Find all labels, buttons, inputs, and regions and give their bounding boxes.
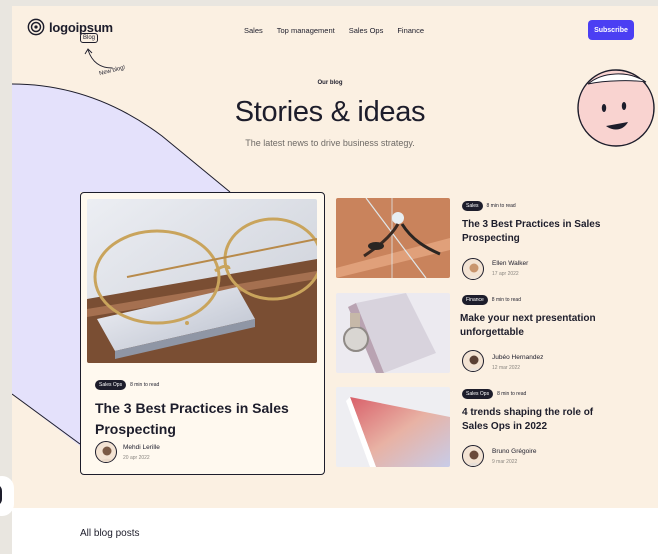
smiley-face-icon — [577, 69, 655, 147]
page: logoipsum Blog New blog! Sales Top manag… — [12, 6, 658, 554]
main-nav: Sales Top management Sales Ops Finance — [244, 26, 424, 35]
chat-launcher[interactable] — [0, 476, 14, 516]
post-title[interactable]: The 3 Best Practices in Sales Prospectin… — [462, 218, 602, 246]
post-title[interactable]: 4 trends shaping the role of Sales Ops i… — [462, 406, 602, 434]
read-time: 8 min to read — [486, 203, 516, 209]
featured-post-card[interactable]: Sales Ops 8 min to read The 3 Best Pract… — [80, 192, 325, 475]
avatar — [462, 258, 484, 280]
hero-eyebrow: Our blog — [317, 80, 343, 86]
category-tag[interactable]: Sales — [462, 201, 483, 211]
read-time: 8 min to read — [497, 391, 527, 397]
avatar — [95, 441, 117, 463]
post-date: 9 mar 2022 — [492, 459, 518, 465]
author-name: Ellen Walker — [492, 260, 529, 267]
curved-arrow-icon — [84, 48, 113, 69]
post-title[interactable]: Make your next presentation unforgettabl… — [460, 312, 600, 340]
avatar — [462, 445, 484, 467]
blog-badge: Blog — [80, 33, 99, 43]
featured-post-title[interactable]: The 3 Best Practices in Sales Prospectin… — [95, 398, 305, 440]
read-time: 8 min to read — [130, 382, 160, 388]
page-title: Stories & ideas — [234, 96, 426, 128]
author-name: Mehdi Lerille — [123, 444, 160, 451]
post-meta: Finance 8 min to read — [462, 295, 521, 305]
section-heading-all-posts: All blog posts — [80, 528, 140, 539]
nav-item-sales-ops[interactable]: Sales Ops — [349, 26, 384, 35]
read-time: 8 min to read — [491, 297, 521, 303]
author-name: Bruno Grégoire — [492, 448, 537, 455]
featured-post-image — [87, 199, 317, 363]
post-image — [336, 387, 450, 467]
logo-mark-icon — [27, 18, 45, 36]
category-tag[interactable]: Sales Ops — [462, 389, 494, 399]
post-meta: Sales Ops 8 min to read — [462, 389, 526, 399]
nav-item-top-management[interactable]: Top management — [277, 26, 335, 35]
post-date: 20 apr 2022 — [123, 455, 150, 461]
featured-post-meta: Sales Ops 8 min to read — [95, 380, 159, 390]
nav-item-finance[interactable]: Finance — [397, 26, 424, 35]
post-meta: Sales 8 min to read — [462, 201, 516, 211]
nav-item-sales[interactable]: Sales — [244, 26, 263, 35]
post-image — [336, 293, 450, 373]
post-date: 17 apr 2022 — [492, 271, 519, 277]
logo[interactable]: logoipsum — [27, 18, 113, 36]
avatar — [462, 350, 484, 372]
post-image — [336, 198, 450, 278]
category-tag[interactable]: Sales Ops — [95, 380, 127, 390]
category-tag[interactable]: Finance — [462, 295, 488, 305]
author-name: Jubéo Hernandez — [492, 354, 544, 361]
subscribe-button[interactable]: Subscribe — [588, 20, 634, 40]
post-date: 12 mar 2022 — [492, 365, 521, 371]
hero-subtitle: The latest news to drive business strate… — [245, 138, 415, 148]
